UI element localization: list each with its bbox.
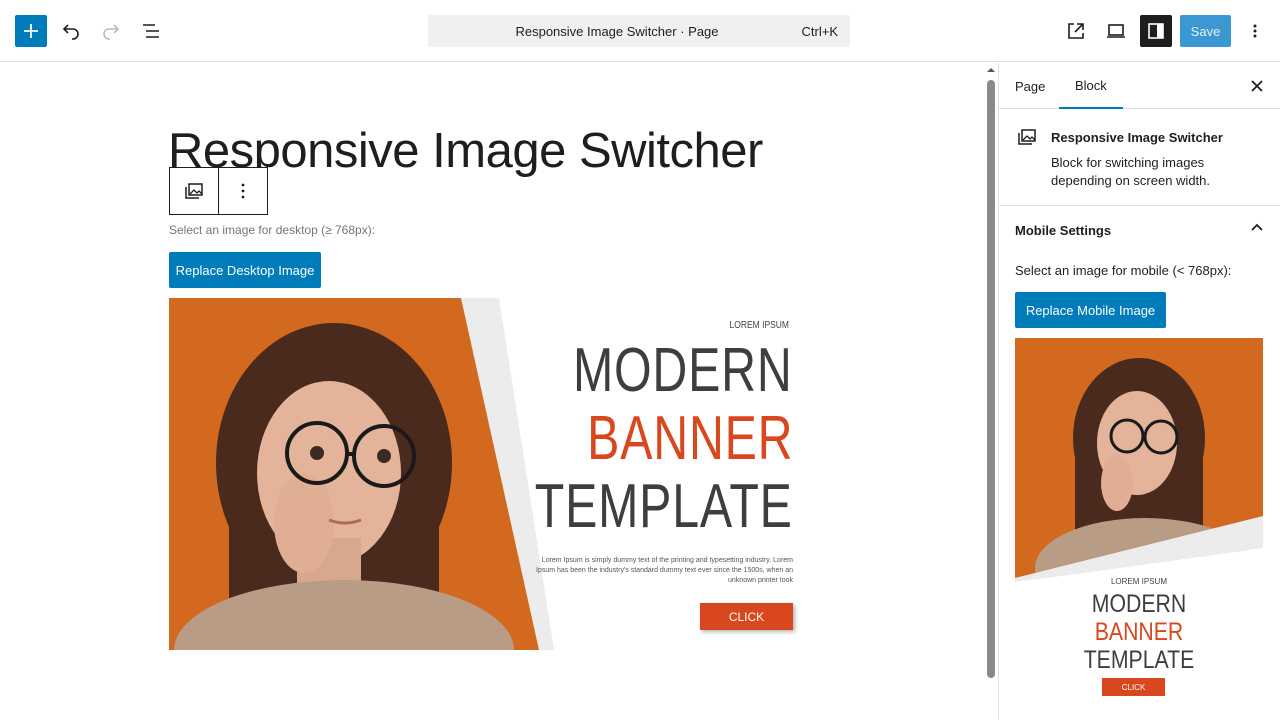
- sidebar-tabs: Page Block: [999, 63, 1280, 109]
- settings-toggle-button[interactable]: [1140, 15, 1172, 47]
- desktop-icon: [1107, 24, 1125, 38]
- editor-header: Responsive Image Switcher · Page Ctrl+K …: [0, 0, 1280, 62]
- redo-icon: [103, 24, 120, 40]
- banner-line-3: TEMPLATE: [535, 472, 793, 541]
- gallery-icon: [1018, 129, 1036, 145]
- banner-cta: CLICK: [700, 603, 793, 630]
- chevron-up-icon[interactable]: [1250, 220, 1264, 234]
- add-block-button[interactable]: [15, 15, 47, 47]
- desktop-banner-image[interactable]: LOREM IPSUM MODERN BANNER TEMPLATE Lorem…: [169, 298, 801, 650]
- mobile-banner-kicker: LOREM IPSUM: [1110, 577, 1167, 586]
- plus-icon: [24, 24, 38, 38]
- mobile-banner-line-3: TEMPLATE: [1083, 646, 1195, 674]
- close-icon: [1251, 80, 1263, 92]
- scroll-up-icon: [987, 68, 995, 72]
- banner-line-1: MODERN: [573, 336, 793, 405]
- options-button[interactable]: [1239, 15, 1271, 47]
- mobile-banner-image[interactable]: LOREM IPSUM MODERN BANNER TEMPLATE CLICK: [1015, 338, 1263, 720]
- preview-button[interactable]: [1100, 15, 1132, 47]
- document-overview-button[interactable]: [135, 15, 167, 47]
- mobile-banner-line-2: BANNER: [1094, 618, 1184, 646]
- mobile-banner-line-1: MODERN: [1091, 590, 1187, 618]
- close-sidebar-button[interactable]: [1245, 74, 1269, 98]
- settings-sidebar: Page Block Responsive Image Switcher Blo…: [998, 63, 1280, 720]
- desktop-help-text: Select an image for desktop (≥ 768px):: [169, 223, 376, 237]
- block-options-button[interactable]: [219, 168, 268, 214]
- mobile-help-text: Select an image for mobile (< 768px):: [1015, 263, 1232, 278]
- redo-button[interactable]: [95, 15, 127, 47]
- tab-page[interactable]: Page: [1015, 63, 1045, 109]
- shortcut-hint: Ctrl+K: [801, 23, 838, 39]
- sidebar-icon: [1148, 23, 1164, 39]
- gallery-icon: [185, 183, 203, 199]
- replace-desktop-image-button[interactable]: Replace Desktop Image: [169, 252, 321, 288]
- editor-canvas: Responsive Image Switcher Select an imag…: [0, 63, 984, 720]
- banner-body-text: Lorem Ipsum is simply dummy text of the …: [536, 557, 793, 584]
- more-vertical-icon: [1253, 24, 1257, 38]
- block-type-button[interactable]: [170, 168, 219, 214]
- mobile-settings-title[interactable]: Mobile Settings: [1015, 223, 1111, 238]
- banner-line-2: BANNER: [586, 404, 793, 473]
- canvas-scrollbar-thumb[interactable]: [987, 80, 995, 678]
- mobile-banner-cta: CLICK: [1102, 678, 1165, 696]
- tab-block[interactable]: Block: [1059, 63, 1123, 109]
- save-button[interactable]: Save: [1180, 15, 1231, 47]
- block-card-title: Responsive Image Switcher: [1051, 130, 1223, 145]
- command-palette-button[interactable]: Responsive Image Switcher · Page Ctrl+K: [428, 15, 850, 47]
- undo-button[interactable]: [55, 15, 87, 47]
- external-link-icon: [1068, 23, 1084, 39]
- undo-icon: [62, 24, 79, 40]
- replace-mobile-image-button[interactable]: Replace Mobile Image: [1015, 292, 1166, 328]
- view-page-button[interactable]: [1060, 15, 1092, 47]
- block-card: Responsive Image Switcher Block for swit…: [999, 110, 1280, 206]
- more-vertical-icon: [241, 183, 245, 199]
- list-view-icon: [143, 24, 159, 38]
- block-toolbar: [169, 167, 268, 215]
- command-title: Responsive Image Switcher · Page: [515, 23, 719, 39]
- block-card-description: Block for switching images depending on …: [1051, 155, 1211, 188]
- banner-kicker: LOREM IPSUM: [729, 320, 789, 331]
